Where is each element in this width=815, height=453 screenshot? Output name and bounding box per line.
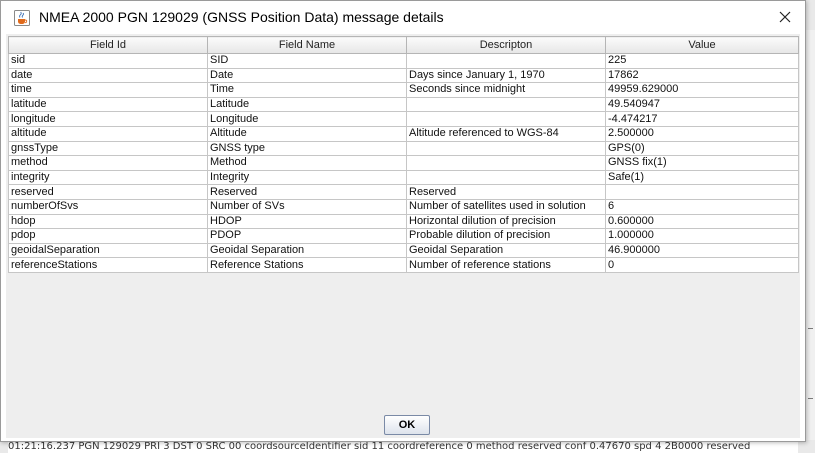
field-table[interactable]: Field Id Field Name Descripton Value sid SID… [8, 36, 799, 273]
message-details-dialog: NMEA 2000 PGN 129029 (GNSS Position Data… [0, 0, 806, 442]
dialog-content: Field Id Field Name Descripton Value sid SID… [6, 34, 800, 438]
table-row[interactable]: referenceStations Reference Stations Numbe… [8, 257, 799, 273]
table-row[interactable]: date Date Days since January 1, 1970 17862 [8, 67, 799, 84]
java-cup-icon [14, 10, 30, 26]
cell-description[interactable] [406, 140, 606, 157]
table-body: sid SID 225 date Date Days since January 1, 1… [8, 53, 799, 273]
cell-description[interactable]: Horizontal dilution of precision [406, 213, 606, 230]
cell-field-id[interactable]: method [8, 155, 208, 171]
cell-field-name[interactable]: Date [207, 67, 407, 84]
table-row[interactable]: pdop PDOP Probable dilution of precision 1.… [8, 228, 799, 244]
table-row[interactable]: time Time Seconds since midnight 49959.6290… [8, 82, 799, 98]
table-row[interactable]: hdop HDOP Horizontal dilution of precision… [8, 213, 799, 230]
ok-button[interactable]: OK [384, 415, 430, 435]
table-header-row: Field Id Field Name Descripton Value [8, 36, 799, 54]
cell-value[interactable]: Safe(1) [605, 169, 799, 186]
cell-description[interactable] [406, 169, 606, 186]
cell-value[interactable]: 225 [605, 53, 799, 69]
column-header-field-id[interactable]: Field Id [8, 36, 208, 54]
cell-field-name[interactable]: Longitude [207, 111, 407, 127]
cell-field-name[interactable]: PDOP [207, 228, 407, 244]
table-row[interactable]: geoidalSeparation Geoidal Separation Geoid… [8, 242, 799, 259]
field-table-container[interactable]: Field Id Field Name Descripton Value sid SID… [8, 36, 799, 406]
table-row[interactable]: integrity Integrity Safe(1) [8, 169, 799, 186]
cell-field-id[interactable]: pdop [8, 228, 208, 244]
cell-value[interactable]: GPS(0) [605, 140, 799, 157]
cell-value[interactable]: GNSS fix(1) [605, 155, 799, 171]
cell-field-name[interactable]: Reserved [207, 184, 407, 200]
cell-field-id[interactable]: geoidalSeparation [8, 242, 208, 259]
cell-value[interactable]: 17862 [605, 67, 799, 84]
background-tick [808, 398, 813, 399]
cell-field-id[interactable]: gnssType [8, 140, 208, 157]
window-title: NMEA 2000 PGN 129029 (GNSS Position Data… [39, 9, 444, 25]
column-header-description[interactable]: Descripton [406, 36, 606, 54]
cell-description[interactable]: Probable dilution of precision [406, 228, 606, 244]
cell-description[interactable]: Geoidal Separation [406, 242, 606, 259]
column-header-value[interactable]: Value [605, 36, 799, 54]
cell-field-name[interactable]: SID [207, 53, 407, 69]
cell-value[interactable]: 0.600000 [605, 213, 799, 230]
cell-field-name[interactable]: Time [207, 82, 407, 98]
cell-description[interactable] [406, 53, 606, 69]
cell-field-id[interactable]: date [8, 67, 208, 84]
cell-field-id[interactable]: time [8, 82, 208, 98]
table-row[interactable]: gnssType GNSS type GPS(0) [8, 140, 799, 157]
cell-field-id[interactable]: latitude [8, 96, 208, 113]
background-log-line: 01:21:16.237 PGN 129029 PRI 3 DST 0 SRC … [8, 441, 798, 453]
close-button[interactable] [769, 2, 801, 32]
table-row[interactable]: sid SID 225 [8, 53, 799, 69]
cell-value[interactable]: -4.474217 [605, 111, 799, 127]
cell-field-id[interactable]: sid [8, 53, 208, 69]
cell-description[interactable] [406, 111, 606, 127]
cell-value[interactable]: 2.500000 [605, 125, 799, 142]
cell-field-id[interactable]: longitude [8, 111, 208, 127]
cell-description[interactable]: Seconds since midnight [406, 82, 606, 98]
cell-field-id[interactable]: referenceStations [8, 257, 208, 273]
cell-field-id[interactable]: reserved [8, 184, 208, 200]
table-row[interactable]: numberOfSvs Number of SVs Number of satell… [8, 198, 799, 215]
cell-field-name[interactable]: Geoidal Separation [207, 242, 407, 259]
cell-value[interactable]: 1.000000 [605, 228, 799, 244]
table-row[interactable]: reserved Reserved Reserved [8, 184, 799, 200]
cell-field-id[interactable]: altitude [8, 125, 208, 142]
cell-value[interactable]: 49.540947 [605, 96, 799, 113]
background-scrollbar [805, 30, 815, 440]
screen: 01:21:16.237 PGN 129029 PRI 3 DST 0 SRC … [0, 0, 815, 453]
table-row[interactable]: longitude Longitude -4.474217 [8, 111, 799, 127]
cell-field-name[interactable]: HDOP [207, 213, 407, 230]
background-tick [808, 328, 813, 329]
cell-description[interactable]: Number of reference stations [406, 257, 606, 273]
cell-field-name[interactable]: Altitude [207, 125, 407, 142]
table-row[interactable]: altitude Altitude Altitude referenced to W… [8, 125, 799, 142]
cell-description[interactable]: Altitude referenced to WGS-84 [406, 125, 606, 142]
cell-value[interactable]: 49959.629000 [605, 82, 799, 98]
cell-field-id[interactable]: numberOfSvs [8, 198, 208, 215]
cell-field-id[interactable]: integrity [8, 169, 208, 186]
cell-field-name[interactable]: GNSS type [207, 140, 407, 157]
cell-value[interactable] [605, 184, 799, 200]
cell-field-name[interactable]: Number of SVs [207, 198, 407, 215]
cell-field-name[interactable]: Latitude [207, 96, 407, 113]
cell-value[interactable]: 6 [605, 198, 799, 215]
table-row[interactable]: latitude Latitude 49.540947 [8, 96, 799, 113]
close-icon [779, 11, 791, 23]
cell-description[interactable]: Number of satellites used in solution [406, 198, 606, 215]
cell-field-name[interactable]: Integrity [207, 169, 407, 186]
cell-value[interactable]: 0 [605, 257, 799, 273]
cell-description[interactable] [406, 155, 606, 171]
cell-field-name[interactable]: Reference Stations [207, 257, 407, 273]
cell-description[interactable]: Reserved [406, 184, 606, 200]
column-header-field-name[interactable]: Field Name [207, 36, 407, 54]
cell-description[interactable]: Days since January 1, 1970 [406, 67, 606, 84]
cell-field-name[interactable]: Method [207, 155, 407, 171]
cell-description[interactable] [406, 96, 606, 113]
cell-value[interactable]: 46.900000 [605, 242, 799, 259]
title-bar[interactable]: NMEA 2000 PGN 129029 (GNSS Position Data… [1, 1, 805, 34]
table-row[interactable]: method Method GNSS fix(1) [8, 155, 799, 171]
button-bar: OK [6, 409, 800, 438]
cell-field-id[interactable]: hdop [8, 213, 208, 230]
